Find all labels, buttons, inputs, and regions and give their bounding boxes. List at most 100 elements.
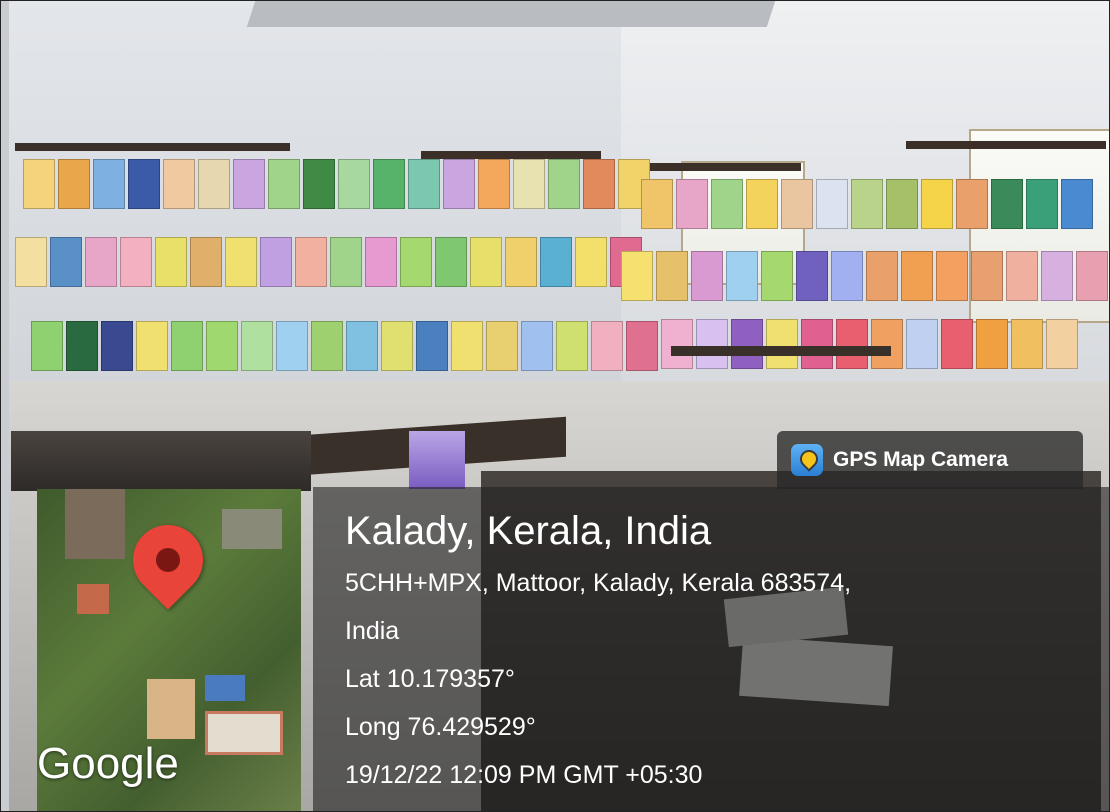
poster — [691, 251, 723, 301]
poster — [696, 319, 728, 369]
map-provider-label: Google — [37, 739, 179, 788]
poster — [163, 159, 195, 209]
poster — [976, 319, 1008, 369]
map-pin-dot — [151, 543, 185, 577]
poster — [676, 179, 708, 229]
poster — [971, 251, 1003, 301]
poster — [136, 321, 168, 371]
shelf — [906, 141, 1106, 149]
poster — [470, 237, 502, 287]
poster — [505, 237, 537, 287]
map-pin-icon — [118, 510, 218, 610]
location-info-panel: Kalady, Kerala, India 5CHH+MPX, Mattoor,… — [313, 487, 1109, 811]
poster — [128, 159, 160, 209]
poster — [93, 159, 125, 209]
location-title: Kalady, Kerala, India — [345, 509, 712, 553]
map-block — [205, 711, 283, 755]
poster — [921, 179, 953, 229]
poster — [621, 251, 653, 301]
shelf — [631, 163, 801, 171]
poster — [408, 159, 440, 209]
poster-row — [31, 321, 658, 371]
table — [11, 431, 311, 491]
poster-row — [15, 237, 642, 287]
poster — [1026, 179, 1058, 229]
poster — [661, 319, 693, 369]
poster — [591, 321, 623, 371]
poster — [906, 319, 938, 369]
box — [409, 431, 465, 489]
poster — [120, 237, 152, 287]
poster — [171, 321, 203, 371]
poster — [656, 251, 688, 301]
timestamp: 19/12/22 12:09 PM GMT +05:30 — [345, 761, 703, 789]
poster — [726, 251, 758, 301]
poster — [233, 159, 265, 209]
poster — [85, 237, 117, 287]
poster — [50, 237, 82, 287]
poster — [1041, 251, 1073, 301]
poster — [451, 321, 483, 371]
poster — [796, 251, 828, 301]
latitude: Lat 10.179357° — [345, 665, 515, 693]
poster-row — [641, 179, 1093, 229]
map-block — [222, 509, 282, 549]
map-block — [77, 584, 109, 614]
gps-map-camera-icon — [791, 444, 823, 476]
longitude: Long 76.429529° — [345, 713, 536, 741]
poster — [400, 237, 432, 287]
poster — [731, 319, 763, 369]
poster — [936, 251, 968, 301]
poster — [901, 251, 933, 301]
poster — [66, 321, 98, 371]
poster — [416, 321, 448, 371]
poster — [486, 321, 518, 371]
gps-app-badge: GPS Map Camera — [777, 431, 1083, 489]
ceiling — [246, 1, 776, 27]
poster — [373, 159, 405, 209]
poster — [276, 321, 308, 371]
poster — [241, 321, 273, 371]
photo-frame: GPS Map Camera Kalady, Kerala, India 5CH… — [0, 0, 1110, 812]
poster — [548, 159, 580, 209]
poster — [365, 237, 397, 287]
poster — [886, 179, 918, 229]
poster — [866, 251, 898, 301]
poster — [831, 251, 863, 301]
poster — [871, 319, 903, 369]
poster — [583, 159, 615, 209]
poster — [521, 321, 553, 371]
bench — [671, 346, 891, 356]
poster — [816, 179, 848, 229]
poster — [435, 237, 467, 287]
poster-row — [23, 159, 650, 209]
poster — [941, 319, 973, 369]
poster — [338, 159, 370, 209]
poster — [58, 159, 90, 209]
poster — [1076, 251, 1108, 301]
map-block — [65, 489, 125, 559]
poster — [15, 237, 47, 287]
poster — [260, 237, 292, 287]
poster — [31, 321, 63, 371]
poster — [1011, 319, 1043, 369]
poster — [303, 159, 335, 209]
poster — [190, 237, 222, 287]
poster-row — [621, 251, 1108, 301]
poster — [746, 179, 778, 229]
poster-row — [661, 319, 1078, 369]
poster — [295, 237, 327, 287]
address-line-2: India — [345, 617, 400, 645]
poster — [781, 179, 813, 229]
poster — [575, 237, 607, 287]
poster — [761, 251, 793, 301]
poster — [23, 159, 55, 209]
shelf — [15, 143, 290, 151]
map-thumbnail: Google — [37, 489, 301, 811]
poster — [540, 237, 572, 287]
poster — [478, 159, 510, 209]
poster — [311, 321, 343, 371]
poster — [801, 319, 833, 369]
poster — [956, 179, 988, 229]
map-block — [205, 675, 245, 701]
